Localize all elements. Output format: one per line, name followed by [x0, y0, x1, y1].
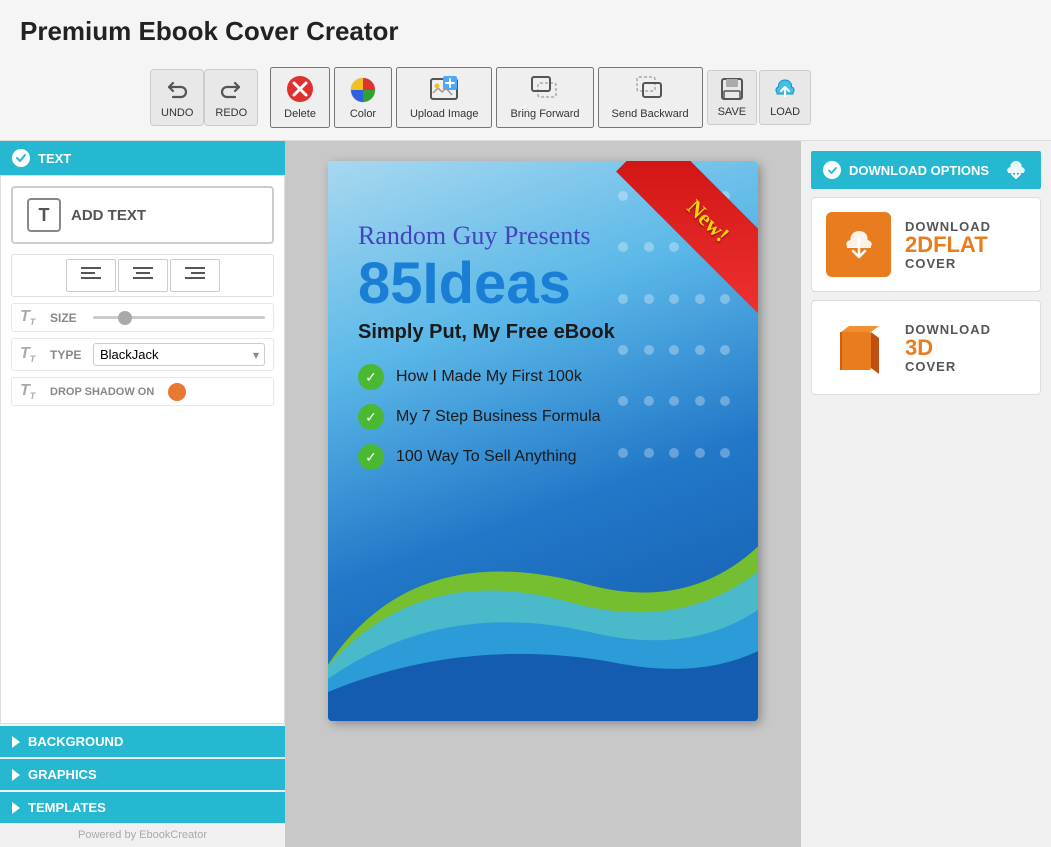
ebook-cover[interactable]: New! Random Guy Presents 85Ideas Simply …	[328, 161, 758, 721]
book-3d-svg	[829, 318, 889, 378]
list-item: ✓ 100 Way To Sell Anything	[358, 444, 748, 470]
graphics-section-header[interactable]: GRAPHICS	[0, 759, 285, 790]
add-text-button[interactable]: T ADD TEXT	[11, 186, 274, 244]
check-circle-icon: ✓	[358, 444, 384, 470]
download-3d-card[interactable]: DOWNLOAD 3D COVER	[811, 300, 1041, 395]
upload-image-button[interactable]: Upload Image	[396, 67, 493, 128]
list-item: ✓ My 7 Step Business Formula	[358, 404, 748, 430]
cover-content: Random Guy Presents 85Ideas Simply Put, …	[358, 221, 748, 470]
type-row: TT TYPE BlackJack Arial Times New Roman …	[11, 338, 274, 371]
download-3d-icon	[826, 315, 891, 380]
cloud-download-icon	[1003, 159, 1029, 181]
cloud-2d-icon	[839, 225, 879, 265]
bottom-sections: BACKGROUND GRAPHICS TEMPLATES	[0, 724, 285, 823]
size-slider[interactable]	[93, 316, 265, 319]
save-icon	[720, 77, 744, 104]
main-layout: TEXT T ADD TEXT	[0, 141, 1051, 847]
t-icon: T	[27, 198, 61, 232]
download-2d-card[interactable]: DOWNLOAD 2DFLAT COVER	[811, 197, 1041, 292]
delete-icon	[285, 75, 315, 105]
bring-forward-button[interactable]: Bring Forward	[496, 67, 593, 128]
footer-text: Powered by EbookCreator	[0, 823, 285, 847]
drop-shadow-row: TT DROP SHADOW ON	[11, 377, 274, 406]
size-row: TT SIZE	[11, 303, 274, 332]
check-circle-icon: ✓	[358, 404, 384, 430]
font-select-wrapper: BlackJack Arial Times New Roman Verdana …	[93, 343, 265, 366]
cover-tagline: Simply Put, My Free eBook	[358, 321, 748, 344]
undo-icon	[163, 76, 191, 104]
background-expand-icon	[12, 736, 20, 748]
text-panel-content: T ADD TEXT	[0, 175, 285, 724]
undo-redo-group: UNDO REDO	[150, 69, 258, 126]
load-button[interactable]: LOAD	[759, 70, 811, 125]
send-backward-icon	[635, 75, 665, 105]
download-2d-icon	[826, 212, 891, 277]
align-center-button[interactable]	[118, 259, 168, 292]
list-item: ✓ How I Made My First 100k	[358, 364, 748, 390]
delete-button[interactable]: Delete	[270, 67, 330, 128]
download-options-header: DOWNLOAD OPTIONS	[811, 151, 1041, 189]
upload-image-icon	[429, 75, 459, 105]
undo-button[interactable]: UNDO	[150, 69, 204, 126]
toolbar: UNDO REDO Delete	[20, 59, 1031, 132]
app-header: Premium Ebook Cover Creator UNDO	[0, 0, 1051, 141]
redo-button[interactable]: REDO	[204, 69, 258, 126]
cover-title: 85Ideas	[358, 255, 748, 313]
type-text-icon: TT	[20, 345, 42, 364]
color-button[interactable]: Color	[334, 67, 392, 128]
graphics-expand-icon	[12, 769, 20, 781]
bring-forward-icon	[530, 75, 560, 105]
download-header-left: DOWNLOAD OPTIONS	[823, 161, 989, 179]
shadow-toggle-dot[interactable]	[168, 383, 186, 401]
send-backward-button[interactable]: Send Backward	[598, 67, 703, 128]
check-circle-icon: ✓	[358, 364, 384, 390]
app-title: Premium Ebook Cover Creator	[20, 16, 1031, 47]
size-text-icon: TT	[20, 308, 42, 327]
align-left-button[interactable]	[66, 259, 116, 292]
download-3d-label: DOWNLOAD 3D COVER	[905, 322, 991, 374]
save-button[interactable]: SAVE	[707, 70, 758, 125]
font-type-select[interactable]: BlackJack Arial Times New Roman Verdana …	[93, 343, 265, 366]
cover-subtitle: Random Guy Presents	[358, 221, 748, 251]
redo-icon	[217, 76, 245, 104]
drop-shadow-text-icon: TT	[20, 382, 42, 401]
save-load-group: SAVE LOAD	[707, 70, 812, 125]
color-icon	[348, 75, 378, 105]
cover-list: ✓ How I Made My First 100k ✓ My 7 Step B…	[358, 364, 748, 470]
left-panel: TEXT T ADD TEXT	[0, 141, 285, 847]
background-section-header[interactable]: BACKGROUND	[0, 726, 285, 757]
download-check-icon	[823, 161, 841, 179]
right-panel: DOWNLOAD OPTIONS DOWNLOAD 2DFLAT COVER	[801, 141, 1051, 847]
alignment-row	[11, 254, 274, 297]
load-icon	[773, 77, 797, 104]
download-2d-label: DOWNLOAD 2DFLAT COVER	[905, 219, 991, 271]
text-section-header[interactable]: TEXT	[0, 141, 285, 175]
templates-expand-icon	[12, 802, 20, 814]
canvas-area[interactable]: New! Random Guy Presents 85Ideas Simply …	[285, 141, 801, 847]
templates-section-header[interactable]: TEMPLATES	[0, 792, 285, 823]
align-right-button[interactable]	[170, 259, 220, 292]
text-check-icon	[12, 149, 30, 167]
